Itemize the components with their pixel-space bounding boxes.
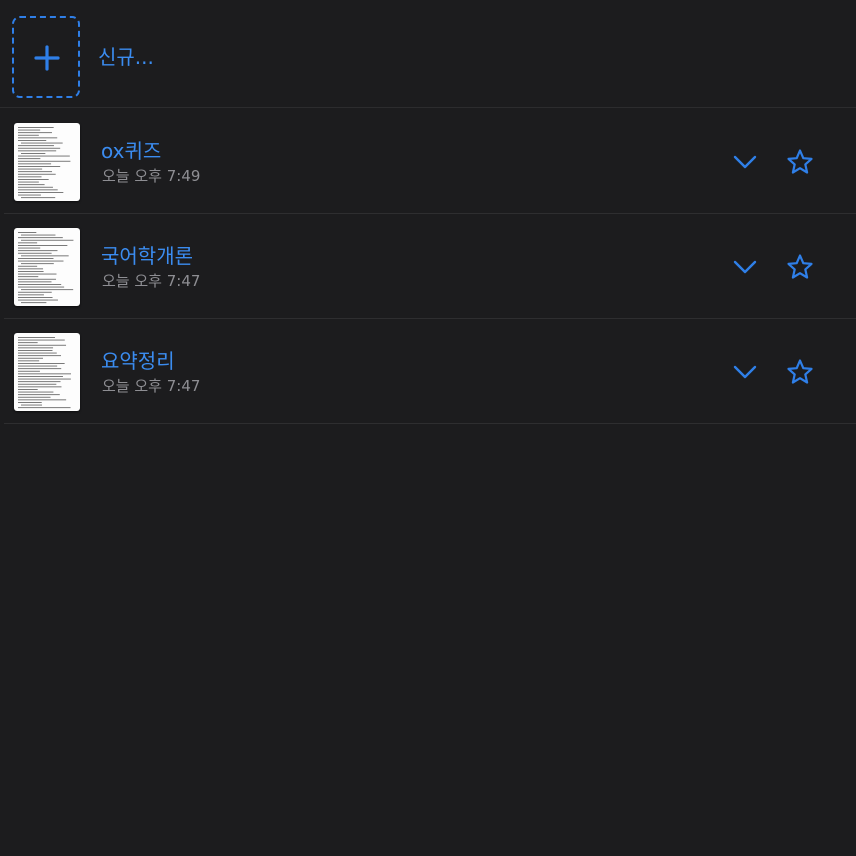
chevron-down-icon[interactable] bbox=[732, 153, 758, 171]
document-title[interactable]: ox퀴즈 bbox=[101, 138, 161, 164]
page-preview bbox=[18, 127, 71, 199]
document-thumbnail[interactable] bbox=[14, 333, 80, 411]
chevron-down-icon[interactable] bbox=[732, 258, 758, 276]
page-preview bbox=[18, 337, 72, 409]
document-thumbnail[interactable] bbox=[14, 228, 80, 306]
document-thumbnail[interactable] bbox=[14, 123, 80, 201]
star-icon[interactable] bbox=[786, 148, 814, 176]
page-preview bbox=[18, 232, 74, 304]
document-title[interactable]: 국어학개론 bbox=[101, 243, 193, 269]
document-modified-time: 오늘 오후 7:49 bbox=[102, 167, 201, 185]
document-row[interactable]: ox퀴즈 오늘 오후 7:49 bbox=[0, 109, 856, 214]
new-document-label[interactable]: 신규... bbox=[98, 43, 154, 71]
star-icon[interactable] bbox=[786, 358, 814, 386]
row-divider bbox=[4, 423, 856, 424]
star-icon[interactable] bbox=[786, 253, 814, 281]
document-modified-time: 오늘 오후 7:47 bbox=[102, 377, 201, 395]
document-modified-time: 오늘 오후 7:47 bbox=[102, 272, 201, 290]
chevron-down-icon[interactable] bbox=[732, 363, 758, 381]
document-row[interactable]: 국어학개론 오늘 오후 7:47 bbox=[0, 214, 856, 319]
document-row[interactable]: 요약정리 오늘 오후 7:47 bbox=[0, 319, 856, 424]
new-document-row[interactable]: 신규... bbox=[0, 0, 856, 108]
plus-icon bbox=[34, 45, 60, 71]
new-document-button[interactable] bbox=[12, 16, 80, 98]
document-title[interactable]: 요약정리 bbox=[101, 348, 175, 374]
document-browser: 신규... ox퀴즈 오늘 오후 7:49 국어학개론 오늘 오후 7:47 요… bbox=[0, 0, 856, 856]
